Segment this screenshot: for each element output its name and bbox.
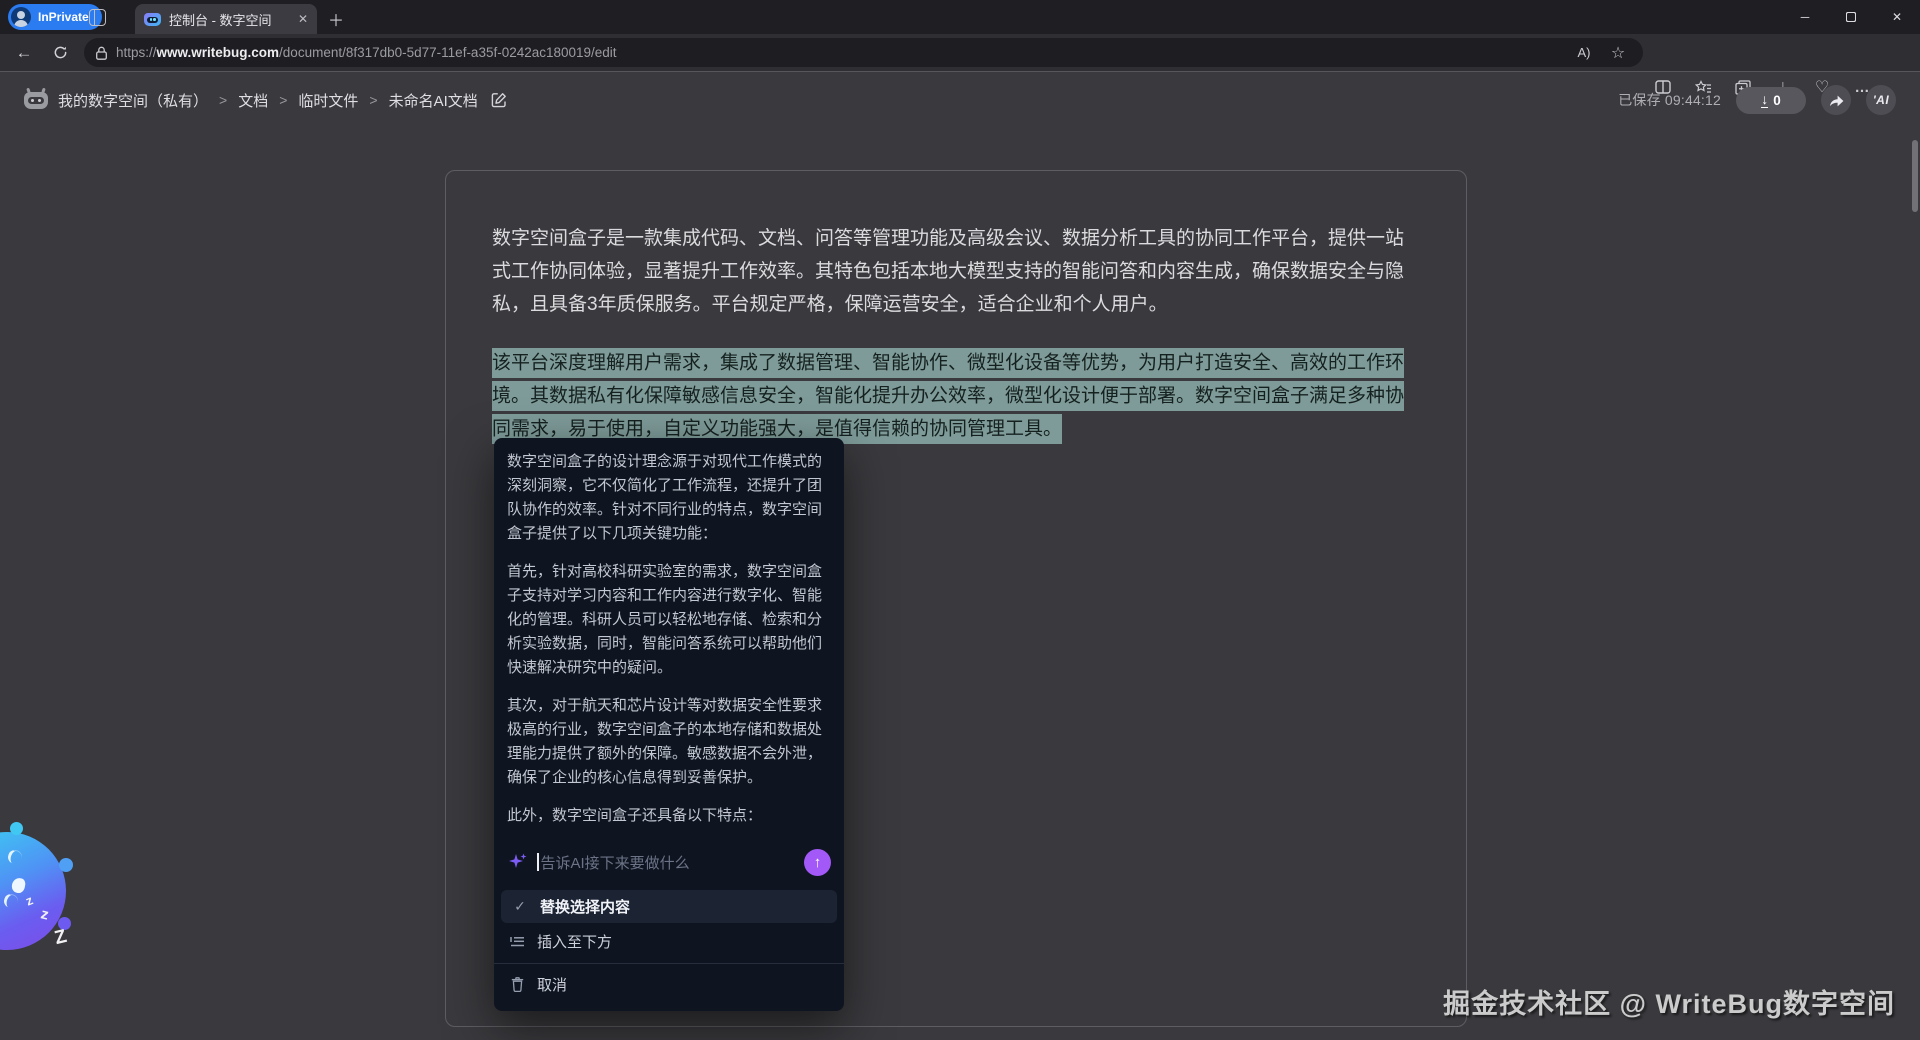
breadcrumb-item-temp[interactable]: 临时文件 (298, 90, 358, 111)
trash-icon (508, 977, 526, 992)
url-host: www.writebug.com (157, 45, 280, 60)
menu-item-replace-selection[interactable]: ✓ 替换选择内容 (501, 890, 837, 923)
profile-avatar-icon (11, 7, 31, 27)
chevron-right-icon: > (219, 92, 227, 108)
inprivate-label: InPrivate (38, 10, 89, 24)
read-aloud-icon[interactable]: A) (1567, 45, 1601, 60)
new-tab-button[interactable]: ＋ (328, 7, 344, 31)
restore-button[interactable] (1828, 0, 1874, 34)
check-icon: ✓ (511, 898, 529, 915)
download-count-button[interactable]: ↓ 0 (1736, 87, 1806, 114)
breadcrumb-item-current-doc[interactable]: 未命名AI文档 (389, 90, 478, 111)
doc-paragraph-2-selected[interactable]: 该平台深度理解用户需求，集成了数据管理、智能协作、微型化设备等优势，为用户打造安… (492, 346, 1414, 445)
menu-item-cancel[interactable]: 取消 (494, 968, 844, 1001)
menu-item-insert-below[interactable]: 插入至下方 (494, 925, 844, 958)
rename-edit-icon[interactable] (491, 92, 507, 108)
ai-assistant-popup: 数字空间盒子的设计理念源于对现代工作模式的深刻洞察，它不仅简化了工作流程，还提升… (494, 438, 844, 1011)
share-button[interactable] (1821, 85, 1851, 115)
ai-response-paragraph: 数字空间盒子的设计理念源于对现代工作模式的深刻洞察，它不仅简化了工作流程，还提升… (507, 450, 831, 546)
ai-response-paragraph: 此外，数字空间盒子还具备以下特点： (507, 804, 831, 828)
browser-window: InPrivate 控制台 - 数字空间 ✕ ＋ ─ ✕ ← https://w… (0, 0, 1920, 1040)
url-path: /document/8f317db0-5d77-11ef-a35f-0242ac… (279, 45, 617, 60)
up-arrow-icon: ↑ (814, 854, 822, 871)
workspaces-icon[interactable] (89, 9, 106, 26)
header-actions: 已保存 09:44:12 ↓ 0 'AI (1618, 85, 1896, 115)
insert-below-icon (508, 935, 526, 948)
menu-item-label: 取消 (537, 974, 567, 995)
space-robot-icon (24, 92, 48, 109)
share-arrow-icon (1828, 93, 1845, 108)
address-bar[interactable]: https://www.writebug.com/document/8f317d… (84, 38, 1643, 67)
close-window-button[interactable]: ✕ (1874, 0, 1920, 34)
tab-strip: InPrivate 控制台 - 数字空间 ✕ ＋ ─ ✕ (0, 0, 1920, 34)
breadcrumb: 我的数字空间（私有） > 文档 > 临时文件 > 未命名AI文档 (58, 90, 507, 111)
download-icon: ↓ (1761, 92, 1768, 108)
url-text: https://www.writebug.com/document/8f317d… (116, 45, 1567, 60)
tab-close-icon[interactable]: ✕ (298, 12, 308, 26)
browser-toolbar: ← https://www.writebug.com/document/8f31… (0, 34, 1920, 72)
back-button[interactable]: ← (10, 39, 38, 66)
text-selection: 该平台深度理解用户需求，集成了数据管理、智能协作、微型化设备等优势，为用户打造安… (492, 348, 1404, 444)
refresh-button[interactable] (46, 39, 74, 66)
window-controls: ─ ✕ (1782, 0, 1920, 34)
chevron-right-icon: > (279, 92, 287, 108)
download-count: 0 (1773, 93, 1781, 108)
ai-assistant-button[interactable]: 'AI (1866, 85, 1896, 115)
lock-icon (96, 46, 107, 60)
save-status: 已保存 09:44:12 (1618, 90, 1721, 110)
menu-item-label: 插入至下方 (537, 931, 612, 952)
ai-prompt-input[interactable]: 告诉AI接下来要做什么 ↑ (507, 842, 831, 882)
text-cursor (537, 853, 539, 871)
favorite-star-icon[interactable]: ☆ (1601, 43, 1635, 63)
ai-response-paragraph: 其次，对于航天和芯片设计等对数据安全性要求极高的行业，数字空间盒子的本地存储和数… (507, 694, 831, 790)
tab-active[interactable]: 控制台 - 数字空间 ✕ (135, 4, 317, 34)
tab-title: 控制台 - 数字空间 (169, 10, 290, 29)
site-favicon-robot-icon (144, 13, 161, 26)
breadcrumb-item-space[interactable]: 我的数字空间（私有） (58, 90, 208, 111)
watermark-text: 掘金技术社区 @ WriteBug数字空间 (1443, 982, 1895, 1021)
ai-action-menu: ✓ 替换选择内容 插入至下方 取消 (494, 882, 844, 1011)
breadcrumb-item-docs[interactable]: 文档 (238, 90, 268, 111)
page-scrollbar[interactable] (1912, 140, 1918, 212)
ai-input-placeholder: 告诉AI接下来要做什么 (541, 852, 690, 873)
minimize-button[interactable]: ─ (1782, 0, 1828, 34)
url-scheme: https:// (116, 45, 157, 60)
doc-paragraph-1[interactable]: 数字空间盒子是一款集成代码、文档、问答等管理功能及高级会议、数据分析工具的协同工… (492, 222, 1414, 321)
ai-response-paragraph: 首先，针对高校科研实验室的需求，数字空间盒子支持对学习内容和工作内容进行数字化、… (507, 560, 831, 680)
app-header: 我的数字空间（私有） > 文档 > 临时文件 > 未命名AI文档 已保存 09:… (0, 72, 1920, 128)
menu-item-label: 替换选择内容 (540, 896, 630, 917)
menu-divider (494, 963, 844, 964)
send-button[interactable]: ↑ (804, 849, 831, 876)
sparkle-icon (507, 851, 529, 873)
inprivate-badge[interactable]: InPrivate (8, 4, 102, 30)
chevron-right-icon: > (369, 92, 377, 108)
